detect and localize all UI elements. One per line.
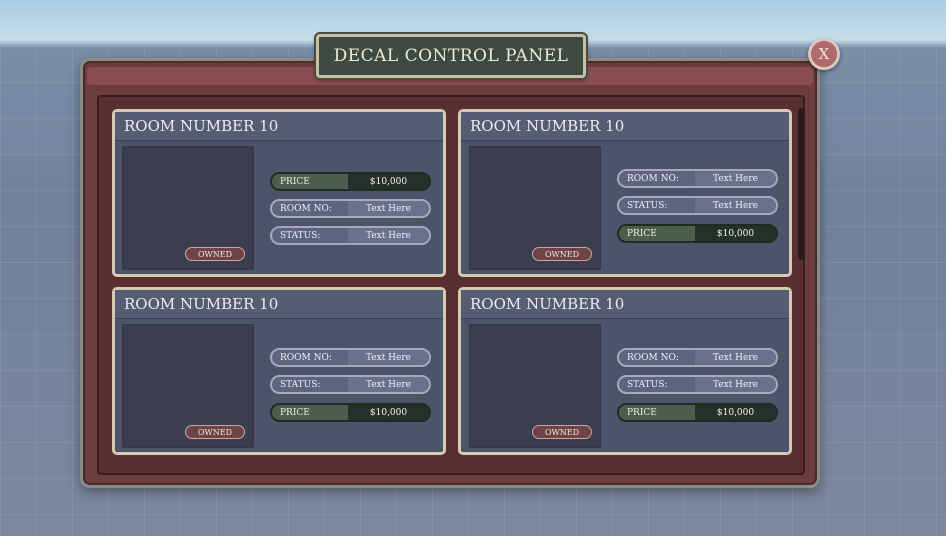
room-no-field: ROOM NO: Text Here (270, 199, 431, 218)
room-title: ROOM NUMBER 10 (124, 117, 279, 135)
field-label: ROOM NO: (280, 352, 332, 363)
room-title: ROOM NUMBER 10 (124, 295, 279, 313)
room-no-field: ROOM NO: Text Here (270, 348, 431, 367)
field-value: $10,000 (695, 226, 776, 241)
decal-preview: OWNED (469, 146, 601, 270)
field-value: Text Here (348, 377, 429, 392)
close-button[interactable]: X (808, 38, 840, 70)
room-card-header: ROOM NUMBER 10 (115, 290, 443, 319)
field-label: STATUS: (280, 230, 321, 241)
panel-title: DECAL CONTROL PANEL (316, 34, 586, 78)
panel-scrollbar[interactable] (798, 108, 804, 260)
field-label: PRICE (272, 174, 348, 189)
decal-preview: OWNED (469, 324, 601, 448)
room-card[interactable]: ROOM NUMBER 10 OWNED PRICE $10,000 ROOM … (112, 109, 446, 277)
decal-preview: OWNED (122, 324, 254, 448)
field-value: Text Here (695, 350, 776, 365)
owned-badge[interactable]: OWNED (185, 247, 245, 261)
field-label: ROOM NO: (627, 352, 679, 363)
field-value: Text Here (348, 228, 429, 243)
field-label: PRICE (272, 405, 348, 420)
field-value: Text Here (348, 350, 429, 365)
room-card-header: ROOM NUMBER 10 (115, 112, 443, 141)
field-label: PRICE (619, 226, 695, 241)
price-field: PRICE $10,000 (617, 403, 778, 422)
field-value: Text Here (695, 377, 776, 392)
price-field: PRICE $10,000 (270, 403, 431, 422)
price-field: PRICE $10,000 (270, 172, 431, 191)
status-field: STATUS: Text Here (617, 196, 778, 215)
status-field: STATUS: Text Here (270, 226, 431, 245)
room-no-field: ROOM NO: Text Here (617, 348, 778, 367)
decal-preview: OWNED (122, 146, 254, 270)
field-label: ROOM NO: (280, 203, 332, 214)
close-icon: X (818, 45, 830, 63)
field-value: $10,000 (348, 405, 429, 420)
field-label: STATUS: (280, 379, 321, 390)
price-field: PRICE $10,000 (617, 224, 778, 243)
field-value: $10,000 (348, 174, 429, 189)
room-title: ROOM NUMBER 10 (470, 295, 625, 313)
field-value: Text Here (348, 201, 429, 216)
owned-badge[interactable]: OWNED (532, 425, 592, 439)
field-value: Text Here (695, 198, 776, 213)
status-field: STATUS: Text Here (270, 375, 431, 394)
room-no-field: ROOM NO: Text Here (617, 169, 778, 188)
field-label: STATUS: (627, 200, 668, 211)
owned-badge[interactable]: OWNED (185, 425, 245, 439)
room-card-header: ROOM NUMBER 10 (461, 112, 789, 141)
field-label: ROOM NO: (627, 173, 679, 184)
room-card[interactable]: ROOM NUMBER 10 OWNED ROOM NO: Text Here … (458, 287, 792, 455)
status-field: STATUS: Text Here (617, 375, 778, 394)
room-card[interactable]: ROOM NUMBER 10 OWNED ROOM NO: Text Here … (112, 287, 446, 455)
field-value: Text Here (695, 171, 776, 186)
room-card-header: ROOM NUMBER 10 (461, 290, 789, 319)
room-card[interactable]: ROOM NUMBER 10 OWNED ROOM NO: Text Here … (458, 109, 792, 277)
field-label: STATUS: (627, 379, 668, 390)
room-title: ROOM NUMBER 10 (470, 117, 625, 135)
owned-badge[interactable]: OWNED (532, 247, 592, 261)
field-label: PRICE (619, 405, 695, 420)
field-value: $10,000 (695, 405, 776, 420)
